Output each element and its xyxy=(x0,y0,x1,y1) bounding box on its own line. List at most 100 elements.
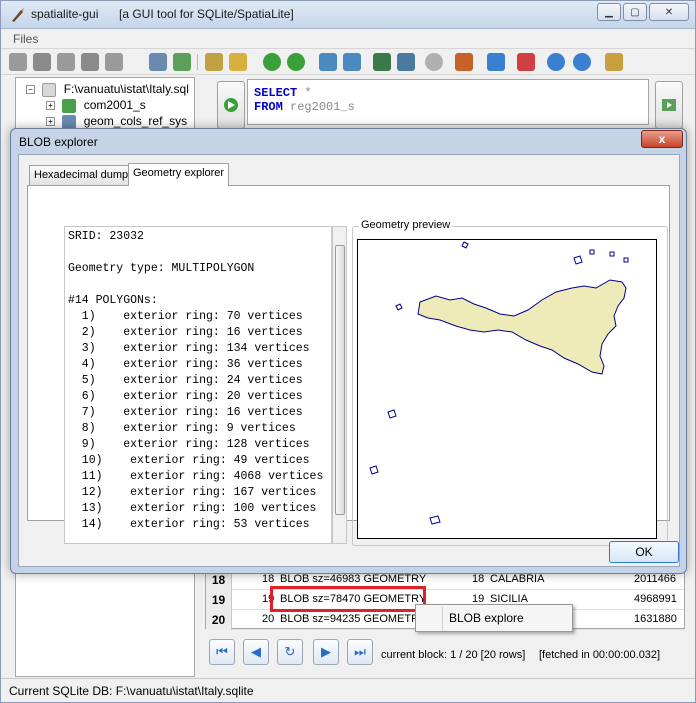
execute-sql-button[interactable] xyxy=(217,81,245,129)
geometry-info-line: 8) exterior ring: 9 vertices xyxy=(68,422,296,435)
cell-value[interactable]: 4968991 xyxy=(634,593,677,605)
geometry-info-line: 13) exterior ring: 100 vertices xyxy=(68,502,317,515)
block-info: current block: 1 / 20 [20 rows] xyxy=(381,649,526,661)
cell-code[interactable]: 18 xyxy=(472,573,484,585)
island-aeolian-3 xyxy=(609,251,615,257)
blob-explore-menu-item[interactable]: BLOB explore xyxy=(449,611,524,625)
last-page-icon[interactable]: ⏭ xyxy=(347,639,373,665)
memory-db-icon[interactable] xyxy=(81,53,99,71)
load-txt-icon[interactable] xyxy=(373,53,391,71)
sql-keyword-select: SELECT xyxy=(254,86,298,100)
geometry-info-line: 7) exterior ring: 16 vertices xyxy=(68,406,303,419)
geometry-info-line: 10) exterior ring: 49 vertices xyxy=(68,454,310,467)
cell-value[interactable]: 2011466 xyxy=(634,573,676,585)
menu-bar: Files xyxy=(1,29,695,49)
expand-icon[interactable]: + xyxy=(46,117,55,127)
cell-name[interactable]: CALABRIA xyxy=(490,573,544,585)
island-egadi-2 xyxy=(387,409,397,419)
table-icon xyxy=(62,114,77,129)
eye-icon[interactable] xyxy=(425,53,443,71)
dialog-title: BLOB explorer xyxy=(19,135,98,149)
geometry-info-line xyxy=(68,277,331,293)
load-shp-icon[interactable] xyxy=(229,53,247,71)
geometry-preview-canvas xyxy=(357,239,657,539)
geometry-text-scrollbar[interactable] xyxy=(332,226,347,544)
dialog-body: Hexadecimal dump Geometry explorer SRID:… xyxy=(18,154,680,567)
fetch-info: [fetched in 00:00:00.032] xyxy=(539,649,661,661)
refresh-grid-icon[interactable]: ↻ xyxy=(277,639,303,665)
disconnect-db-icon[interactable] xyxy=(33,53,51,71)
minimize-icon[interactable]: ▁ xyxy=(597,3,621,21)
dump-shp-icon[interactable] xyxy=(343,53,361,71)
charset-icon[interactable] xyxy=(487,53,505,71)
vacuum-icon[interactable] xyxy=(105,53,123,71)
maximize-icon[interactable]: ▢ xyxy=(623,3,647,21)
geometry-info-line: 4) exterior ring: 36 vertices xyxy=(68,358,303,371)
row-header[interactable]: 19 xyxy=(206,590,232,610)
geometry-preview-group: Geometry preview xyxy=(352,219,668,546)
info-icon[interactable] xyxy=(547,53,565,71)
expand-icon[interactable]: + xyxy=(46,101,55,111)
tab-geometry-explorer[interactable]: Geometry explorer xyxy=(128,163,230,186)
sql-keyword-from: FROM xyxy=(254,100,283,114)
table-icon xyxy=(62,98,77,113)
cell-id[interactable]: 18 xyxy=(262,573,274,585)
close-window-icon[interactable]: ✕ xyxy=(649,3,689,21)
srid-icon[interactable] xyxy=(455,53,473,71)
next-page-icon[interactable]: ▶ xyxy=(313,639,339,665)
refresh-icon[interactable] xyxy=(173,53,191,71)
collapse-icon[interactable]: − xyxy=(26,85,35,95)
sql-select-rest: * xyxy=(297,86,312,100)
sql-from-rest: reg2001_s xyxy=(282,100,355,114)
status-text: Current SQLite DB: F:\vanuatu\istat\Ital… xyxy=(9,684,254,698)
scrollbar-thumb[interactable] xyxy=(335,245,345,515)
previous-page-icon[interactable]: ◀ xyxy=(243,639,269,665)
geometry-info-line: 12) exterior ring: 167 vertices xyxy=(68,486,317,499)
geometry-info-line: 14) exterior ring: 53 vertices xyxy=(68,518,310,531)
geometry-info-line: 2) exterior ring: 16 vertices xyxy=(68,326,303,339)
help-icon[interactable] xyxy=(573,53,591,71)
close-dialog-icon[interactable]: x xyxy=(641,130,683,148)
geometry-info-text[interactable]: SRID: 23032 Geometry type: MULTIPOLYGON #1… xyxy=(64,226,332,544)
island-aeolian-2 xyxy=(589,249,595,255)
island-egadi-1 xyxy=(395,303,403,311)
title-bar[interactable]: spatialite-gui [a GUI tool for SQLite/Sp… xyxy=(1,1,695,29)
dump-txt-icon[interactable] xyxy=(397,53,415,71)
menu-files[interactable]: Files xyxy=(13,32,38,46)
island-lampedusa xyxy=(429,515,441,525)
window-subtitle: [a GUI tool for SQLite/SpatiaLite] xyxy=(119,7,294,21)
window-title: spatialite-gui xyxy=(31,7,99,21)
connect-db-icon[interactable] xyxy=(9,53,27,71)
ok-button[interactable]: OK xyxy=(609,541,679,563)
cell-blob[interactable]: BLOB sz=46983 GEOMETRY xyxy=(280,573,426,585)
execute-arrow-icon xyxy=(224,98,238,112)
cell-id[interactable]: 20 xyxy=(262,613,274,625)
geometry-info-line: 1) exterior ring: 70 vertices xyxy=(68,310,303,323)
island-ustica xyxy=(461,241,469,249)
geometry-tab-page: SRID: 23032 Geometry type: MULTIPOLYGON #1… xyxy=(27,185,670,546)
first-page-icon[interactable]: ⏮ xyxy=(209,639,235,665)
tab-hex-dump[interactable]: Hexadecimal dump xyxy=(29,165,134,185)
cell-blob[interactable]: BLOB sz=94235 GEOMETRY xyxy=(280,613,426,625)
attach-db-icon[interactable] xyxy=(149,53,167,71)
load-dbf-icon[interactable] xyxy=(319,53,337,71)
sql-history-button[interactable] xyxy=(655,81,683,129)
context-menu: BLOB explore xyxy=(415,604,573,632)
virtual-shp-icon[interactable] xyxy=(263,53,281,71)
sql-editor[interactable]: SELECT * FROM reg2001_s xyxy=(247,79,649,125)
tree-item-com2001[interactable]: + com2001_s xyxy=(46,98,146,114)
font-icon[interactable] xyxy=(517,53,535,71)
database-icon xyxy=(42,82,57,97)
tree-item-label: com2001_s xyxy=(83,98,146,112)
forward-icon xyxy=(662,99,676,111)
sql-script-icon[interactable] xyxy=(205,53,223,71)
selected-cell-highlight xyxy=(270,586,426,612)
exit-icon[interactable] xyxy=(605,53,623,71)
create-db-icon[interactable] xyxy=(57,53,75,71)
cell-value[interactable]: 1631880 xyxy=(634,613,677,625)
tree-root-label: F:\vanuatu\istat\Italy.sql xyxy=(63,82,189,96)
geometry-info-line: 11) exterior ring: 4068 vertices xyxy=(68,470,324,483)
tree-root[interactable]: − F:\vanuatu\istat\Italy.sql xyxy=(26,82,189,98)
virtual-csv-icon[interactable] xyxy=(287,53,305,71)
row-header[interactable]: 20 xyxy=(206,610,232,630)
